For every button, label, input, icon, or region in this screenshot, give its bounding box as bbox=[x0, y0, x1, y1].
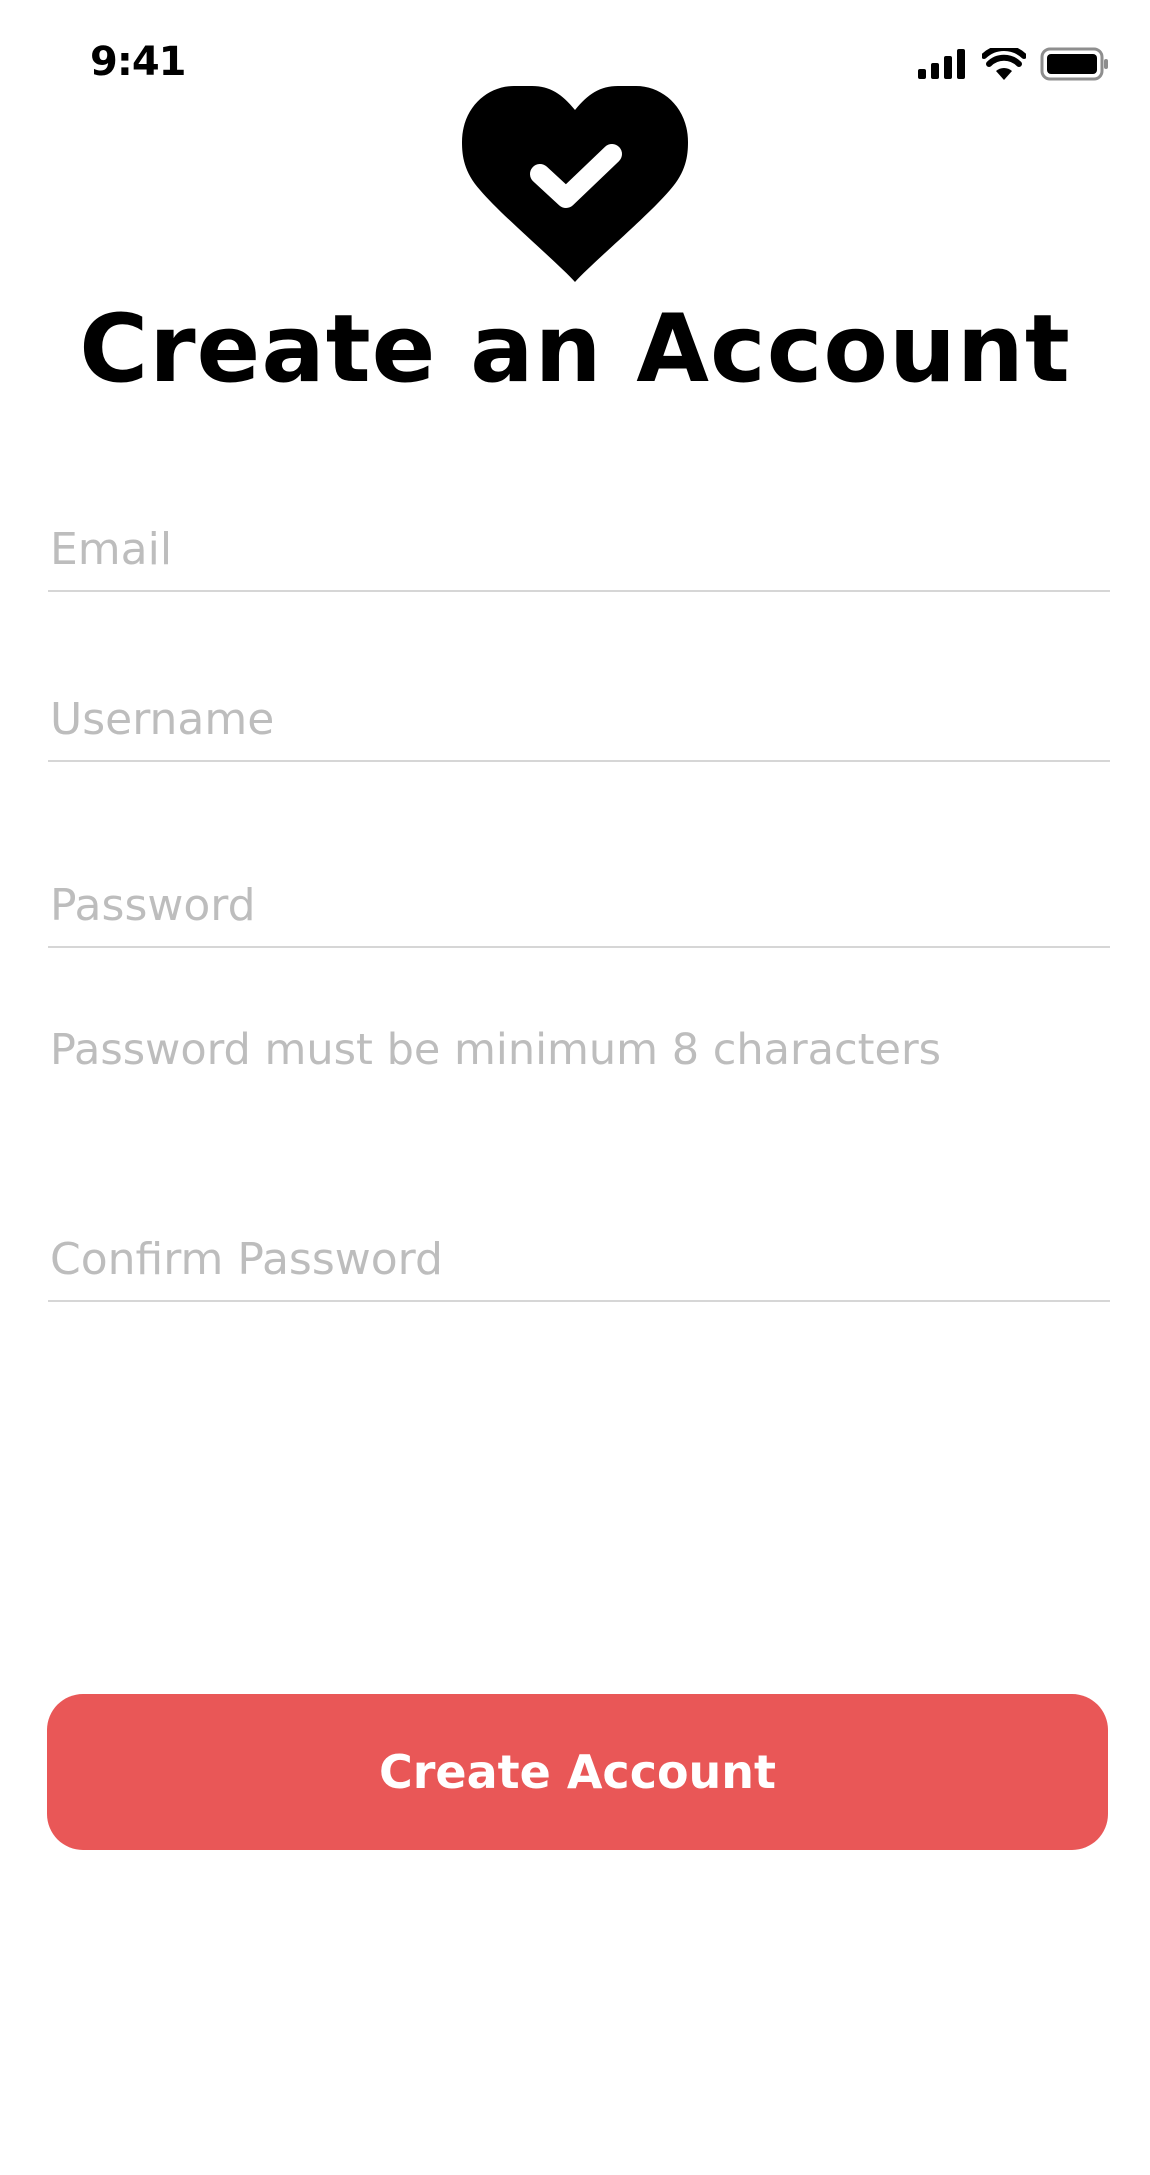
status-time: 9:41 bbox=[90, 39, 186, 85]
wifi-icon bbox=[982, 48, 1026, 80]
create-account-button[interactable]: Create Account bbox=[47, 1694, 1108, 1850]
page-title: Create an Account bbox=[79, 295, 1071, 404]
battery-icon bbox=[1040, 47, 1108, 81]
cellular-signal-icon bbox=[918, 49, 965, 79]
username-field[interactable] bbox=[48, 678, 1110, 762]
status-icons bbox=[918, 46, 1110, 82]
password-field[interactable] bbox=[48, 864, 1110, 948]
heart-check-icon bbox=[462, 86, 688, 282]
email-field[interactable] bbox=[48, 508, 1110, 592]
password-hint: Password must be minimum 8 characters bbox=[50, 1025, 942, 1075]
confirm-password-field[interactable] bbox=[48, 1218, 1110, 1302]
